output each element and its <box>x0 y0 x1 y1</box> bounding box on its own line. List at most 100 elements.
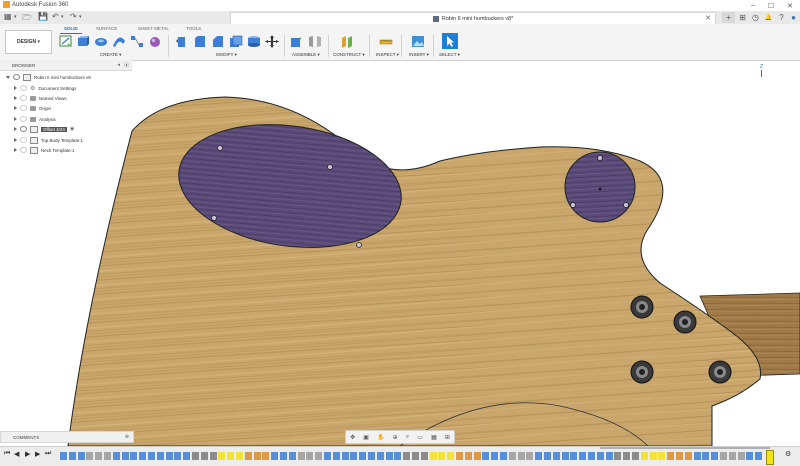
timeline-feature-icon[interactable] <box>623 452 631 460</box>
timeline-feature-icon[interactable] <box>95 452 103 460</box>
comments-panel[interactable]: COMMENTS ⊕ <box>0 431 134 443</box>
timeline-feature-icon[interactable] <box>174 452 182 460</box>
fit-icon[interactable]: ⌕ <box>406 434 409 441</box>
workspace-switcher[interactable]: DESIGN ▾ <box>5 30 52 54</box>
tab-solid[interactable]: SOLID <box>64 26 78 31</box>
user-avatar[interactable]: ● <box>787 12 800 23</box>
select-group-label[interactable]: SELECT ▾ <box>439 52 460 58</box>
extrude-icon[interactable] <box>76 35 90 48</box>
control-cavity[interactable] <box>564 151 636 223</box>
timeline-feature-icon[interactable] <box>350 452 358 460</box>
notifications-icon[interactable]: 🔔 <box>762 12 775 23</box>
timeline-feature-icon[interactable] <box>473 452 481 460</box>
step-back-icon[interactable]: ◀ <box>14 450 19 458</box>
offset-plane-icon[interactable] <box>340 35 354 48</box>
timeline-feature-icon[interactable] <box>306 452 314 460</box>
timeline-feature-icon[interactable] <box>702 452 710 460</box>
timeline-feature-icon[interactable] <box>667 452 675 460</box>
timeline-feature-icon[interactable] <box>429 452 437 460</box>
timeline-feature-icon[interactable] <box>385 452 393 460</box>
expand-icon[interactable] <box>14 86 17 90</box>
select-icon[interactable] <box>442 33 458 49</box>
measure-icon[interactable] <box>379 35 393 48</box>
tree-item-offset[interactable]: Offset 4/24 ◉ <box>14 125 74 133</box>
timeline-feature-icon[interactable] <box>605 452 613 460</box>
job-status-icon[interactable]: ◷ <box>749 12 762 23</box>
timeline-feature-icon[interactable] <box>271 452 279 460</box>
expand-icon[interactable] <box>14 96 17 100</box>
assemble-group-label[interactable]: ASSEMBLE ▾ <box>292 52 320 58</box>
tree-item-neck-template[interactable]: Neck Template:1 <box>14 146 74 154</box>
chamfer-icon[interactable] <box>211 35 225 48</box>
loft-icon[interactable] <box>130 35 144 48</box>
redo-dropdown-icon[interactable]: ▾ <box>79 14 82 20</box>
pan-icon[interactable]: ✋ <box>377 434 384 441</box>
timeline-feature-icon[interactable] <box>315 452 323 460</box>
browser-panel-header[interactable]: BROWSER ◂ ⦿ <box>0 60 132 71</box>
timeline-feature-icon[interactable] <box>165 452 173 460</box>
tab-sheet-metal[interactable]: SHEET METAL <box>138 26 169 31</box>
timeline-feature-icon[interactable] <box>746 452 754 460</box>
timeline-feature-icon[interactable] <box>693 452 701 460</box>
minimize-button[interactable]: – <box>744 0 762 11</box>
revolve-icon[interactable] <box>94 35 108 48</box>
timeline-feature-icon[interactable] <box>508 452 516 460</box>
timeline-feature-icon[interactable] <box>112 452 120 460</box>
timeline-feature-icon[interactable] <box>280 452 287 460</box>
timeline-feature-icon[interactable] <box>588 452 595 460</box>
timeline-feature-icon[interactable] <box>368 452 375 460</box>
expand-icon[interactable] <box>14 127 17 131</box>
close-tab-icon[interactable]: ✕ <box>705 14 711 22</box>
timeline-feature-icon[interactable] <box>412 452 419 460</box>
tree-item-document-settings[interactable]: ⚙ Document Settings <box>14 84 76 92</box>
timeline-feature-icon[interactable] <box>60 452 67 460</box>
timeline-feature-icon[interactable] <box>579 452 587 460</box>
undo-icon[interactable]: ↶ <box>52 12 59 21</box>
timeline-feature-icon[interactable] <box>552 452 560 460</box>
timeline-feature-icon[interactable] <box>456 452 463 460</box>
timeline-feature-icon[interactable] <box>535 452 543 460</box>
modify-group-label[interactable]: MODIFY ▾ <box>216 52 237 58</box>
add-comment-icon[interactable]: ⊕ <box>125 434 129 440</box>
close-window-button[interactable]: ✕ <box>781 0 799 11</box>
timeline-feature-icon[interactable] <box>359 452 367 460</box>
timeline-feature-icon[interactable] <box>447 452 455 460</box>
expand-icon[interactable] <box>14 138 17 142</box>
visibility-eye-icon[interactable] <box>20 116 27 122</box>
expand-icon[interactable] <box>14 148 17 152</box>
timeline-feature-icon[interactable] <box>324 452 331 460</box>
timeline-feature-icon[interactable] <box>500 452 507 460</box>
data-panel-icon[interactable]: ▦ <box>4 12 12 21</box>
create-group-label[interactable]: CREATE ▾ <box>100 52 121 58</box>
timeline-feature-icon[interactable] <box>183 452 191 460</box>
timeline-feature-icon[interactable] <box>676 452 683 460</box>
timeline-feature-icon[interactable] <box>130 452 138 460</box>
timeline-feature-icon[interactable] <box>491 452 499 460</box>
timeline-feature-icon[interactable] <box>649 452 657 460</box>
save-icon[interactable]: 💾 <box>38 12 48 21</box>
timeline-feature-icon[interactable] <box>570 452 578 460</box>
visibility-eye-icon[interactable] <box>13 74 20 80</box>
tree-item-root[interactable]: Robin II mini humbuckers v8 <box>6 73 91 81</box>
joint-icon[interactable] <box>308 35 322 48</box>
timeline-feature-icon[interactable] <box>227 452 235 460</box>
timeline-feature-icon[interactable] <box>464 452 472 460</box>
tree-item-named-views[interactable]: Named Views <box>14 94 67 102</box>
timeline-feature-icon[interactable] <box>711 452 719 460</box>
timeline-feature-icon[interactable] <box>728 452 736 460</box>
sweep-icon[interactable] <box>112 35 126 48</box>
tab-tools[interactable]: TOOLS <box>186 26 201 31</box>
timeline-feature-icon[interactable] <box>720 452 727 460</box>
timeline-feature-icon[interactable] <box>755 452 763 460</box>
tree-item-origin[interactable]: Origin <box>14 104 51 112</box>
visibility-eye-icon[interactable] <box>20 85 27 91</box>
visibility-eye-icon[interactable] <box>20 105 27 111</box>
design-canvas[interactable] <box>0 61 800 446</box>
timeline-feature-icon[interactable] <box>262 452 270 460</box>
insert-image-icon[interactable] <box>411 35 425 48</box>
timeline-feature-icon[interactable] <box>288 452 296 460</box>
zoom-icon[interactable]: ⊕ <box>393 434 398 441</box>
data-panel-dropdown-icon[interactable]: ▾ <box>14 14 17 20</box>
construct-group-label[interactable]: CONSTRUCT ▾ <box>333 52 365 58</box>
timeline-feature-icon[interactable] <box>596 452 604 460</box>
